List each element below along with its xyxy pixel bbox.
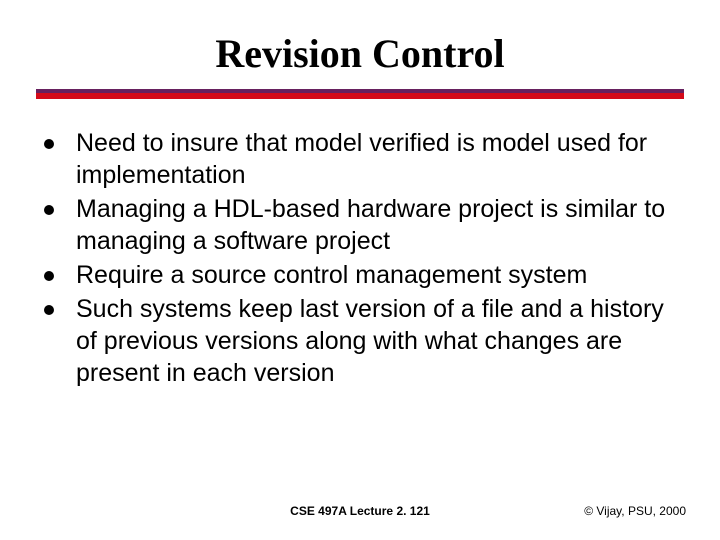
bullet-icon <box>44 139 54 149</box>
list-item: Need to insure that model verified is mo… <box>42 127 678 191</box>
footer: CSE 497A Lecture 2. 121 © Vijay, PSU, 20… <box>0 504 720 518</box>
list-item: Require a source control management syst… <box>42 259 678 291</box>
slide-title: Revision Control <box>36 30 684 77</box>
bullet-icon <box>44 271 54 281</box>
bullet-text: Such systems keep last version of a file… <box>76 293 678 389</box>
divider-red <box>36 93 684 99</box>
footer-copyright: © Vijay, PSU, 2000 <box>584 504 686 518</box>
list-item: Such systems keep last version of a file… <box>42 293 678 389</box>
bullet-icon <box>44 205 54 215</box>
title-divider <box>36 89 684 103</box>
bullet-text: Managing a HDL-based hardware project is… <box>76 193 678 257</box>
bullet-text: Require a source control management syst… <box>76 259 587 291</box>
bullet-text: Need to insure that model verified is mo… <box>76 127 678 191</box>
list-item: Managing a HDL-based hardware project is… <box>42 193 678 257</box>
bullet-icon <box>44 305 54 315</box>
bullet-list: Need to insure that model verified is mo… <box>36 127 684 389</box>
slide: Revision Control Need to insure that mod… <box>0 0 720 540</box>
